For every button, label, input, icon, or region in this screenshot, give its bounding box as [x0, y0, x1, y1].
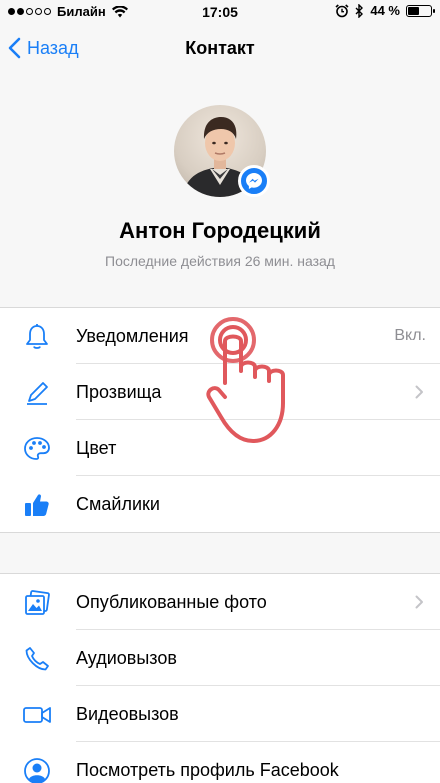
page-title: Контакт: [185, 38, 255, 58]
row-label: Смайлики: [76, 493, 160, 514]
alarm-icon: [335, 3, 349, 17]
row-emoji[interactable]: Смайлики: [0, 476, 440, 532]
photos-icon: [22, 589, 52, 617]
row-view-facebook-profile[interactable]: Посмотреть профиль Facebook: [0, 742, 440, 783]
notifications-value: Вкл.: [394, 327, 426, 344]
navigation-bar: Назад Контакт: [0, 24, 440, 76]
battery-level: [408, 6, 419, 15]
row-color[interactable]: Цвет: [0, 420, 440, 476]
phone-icon: [22, 645, 52, 673]
actions-group: Опубликованные фото Аудиовызов Видеовызо…: [0, 573, 440, 783]
row-audio-call[interactable]: Аудиовызов: [0, 630, 440, 686]
row-label: Видеовызов: [76, 703, 179, 724]
row-label: Опубликованные фото: [76, 591, 267, 612]
bell-icon: [22, 323, 52, 351]
battery-icon: [406, 4, 435, 17]
profile-icon: [22, 757, 52, 783]
row-shared-photos[interactable]: Опубликованные фото: [0, 574, 440, 630]
row-label: Аудиовызов: [76, 647, 177, 668]
row-label: Цвет: [76, 437, 117, 458]
messenger-badge-icon: [238, 165, 270, 197]
status-bar: Билайн 17:05 44 %: [0, 0, 440, 24]
thumbs-up-icon: [22, 491, 52, 519]
row-label: Уведомления: [76, 325, 189, 346]
bluetooth-icon: [355, 3, 364, 18]
video-camera-icon: [22, 701, 52, 729]
row-video-call[interactable]: Видеовызов: [0, 686, 440, 742]
contact-screen: Билайн 17:05 44 % Назад Контакт Антон Го…: [0, 0, 440, 783]
row-label: Посмотреть профиль Facebook: [76, 759, 339, 780]
palette-icon: [22, 435, 52, 463]
profile-avatar[interactable]: [174, 105, 270, 199]
chevron-right-icon: [415, 385, 423, 399]
contact-name: Антон Городецкий: [119, 218, 321, 243]
row-notifications[interactable]: Уведомления Вкл.: [0, 308, 440, 364]
pencil-icon: [22, 379, 52, 407]
chevron-right-icon: [415, 595, 423, 609]
last-seen-status: Последние действия 26 мин. назад: [105, 253, 335, 269]
battery-percent: 44 %: [370, 3, 400, 18]
row-nicknames[interactable]: Прозвища: [0, 364, 440, 420]
settings-group: Уведомления Вкл. Прозвища Цвет Смайлики: [0, 307, 440, 533]
row-label: Прозвища: [76, 381, 162, 402]
status-right: 44 %: [335, 3, 435, 18]
